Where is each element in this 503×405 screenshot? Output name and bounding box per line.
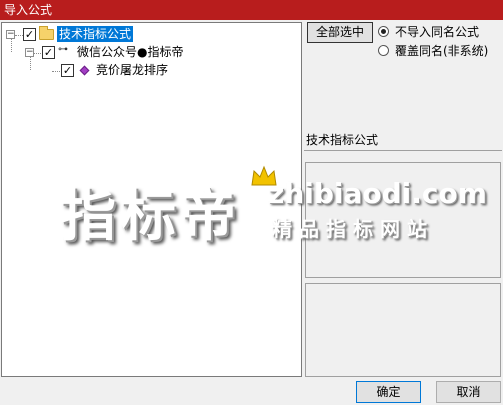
key-icon: ⊶ (58, 44, 68, 55)
cancel-button[interactable]: 取消 (436, 381, 501, 403)
tree-item-leaf[interactable]: 竞价屠龙排序 (94, 62, 170, 78)
root-checkbox[interactable]: ✓ (23, 28, 36, 41)
radio-label: 覆盖同名(非系统) (395, 44, 489, 58)
divider (304, 150, 502, 151)
radio-label: 不导入同名公式 (395, 25, 480, 39)
tree-connector (11, 39, 12, 52)
formula-info-box (305, 162, 501, 278)
formula-description-box (305, 283, 501, 377)
root-expander[interactable]: − (6, 30, 15, 39)
tree-connector (52, 71, 60, 72)
child-checkbox[interactable]: ✓ (42, 46, 55, 59)
tree-item-root[interactable]: 技术指标公式 (57, 26, 134, 42)
tree-connector (15, 35, 23, 36)
radio-dot[interactable] (378, 45, 389, 56)
select-all-button[interactable]: 全部选中 (307, 22, 373, 43)
formula-tree[interactable]: − ✓ 技术指标公式 − ✓ ⊶ 微信公众号●指标帝 ✓ 竞价屠龙排序 (1, 22, 302, 377)
window-title: 导入公式 (0, 0, 503, 20)
formula-type-label: 技术指标公式 (306, 133, 379, 147)
formula-diamond-icon (79, 65, 90, 76)
folder-icon (39, 26, 54, 40)
tree-connector (33, 53, 41, 54)
child-expander[interactable]: − (25, 48, 34, 57)
leaf-checkbox[interactable]: ✓ (61, 64, 74, 77)
tree-item-child[interactable]: 微信公众号●指标帝 (75, 44, 185, 60)
tree-connector (30, 57, 31, 70)
radio-dot[interactable] (378, 26, 389, 37)
ok-button[interactable]: 确定 (356, 381, 421, 403)
